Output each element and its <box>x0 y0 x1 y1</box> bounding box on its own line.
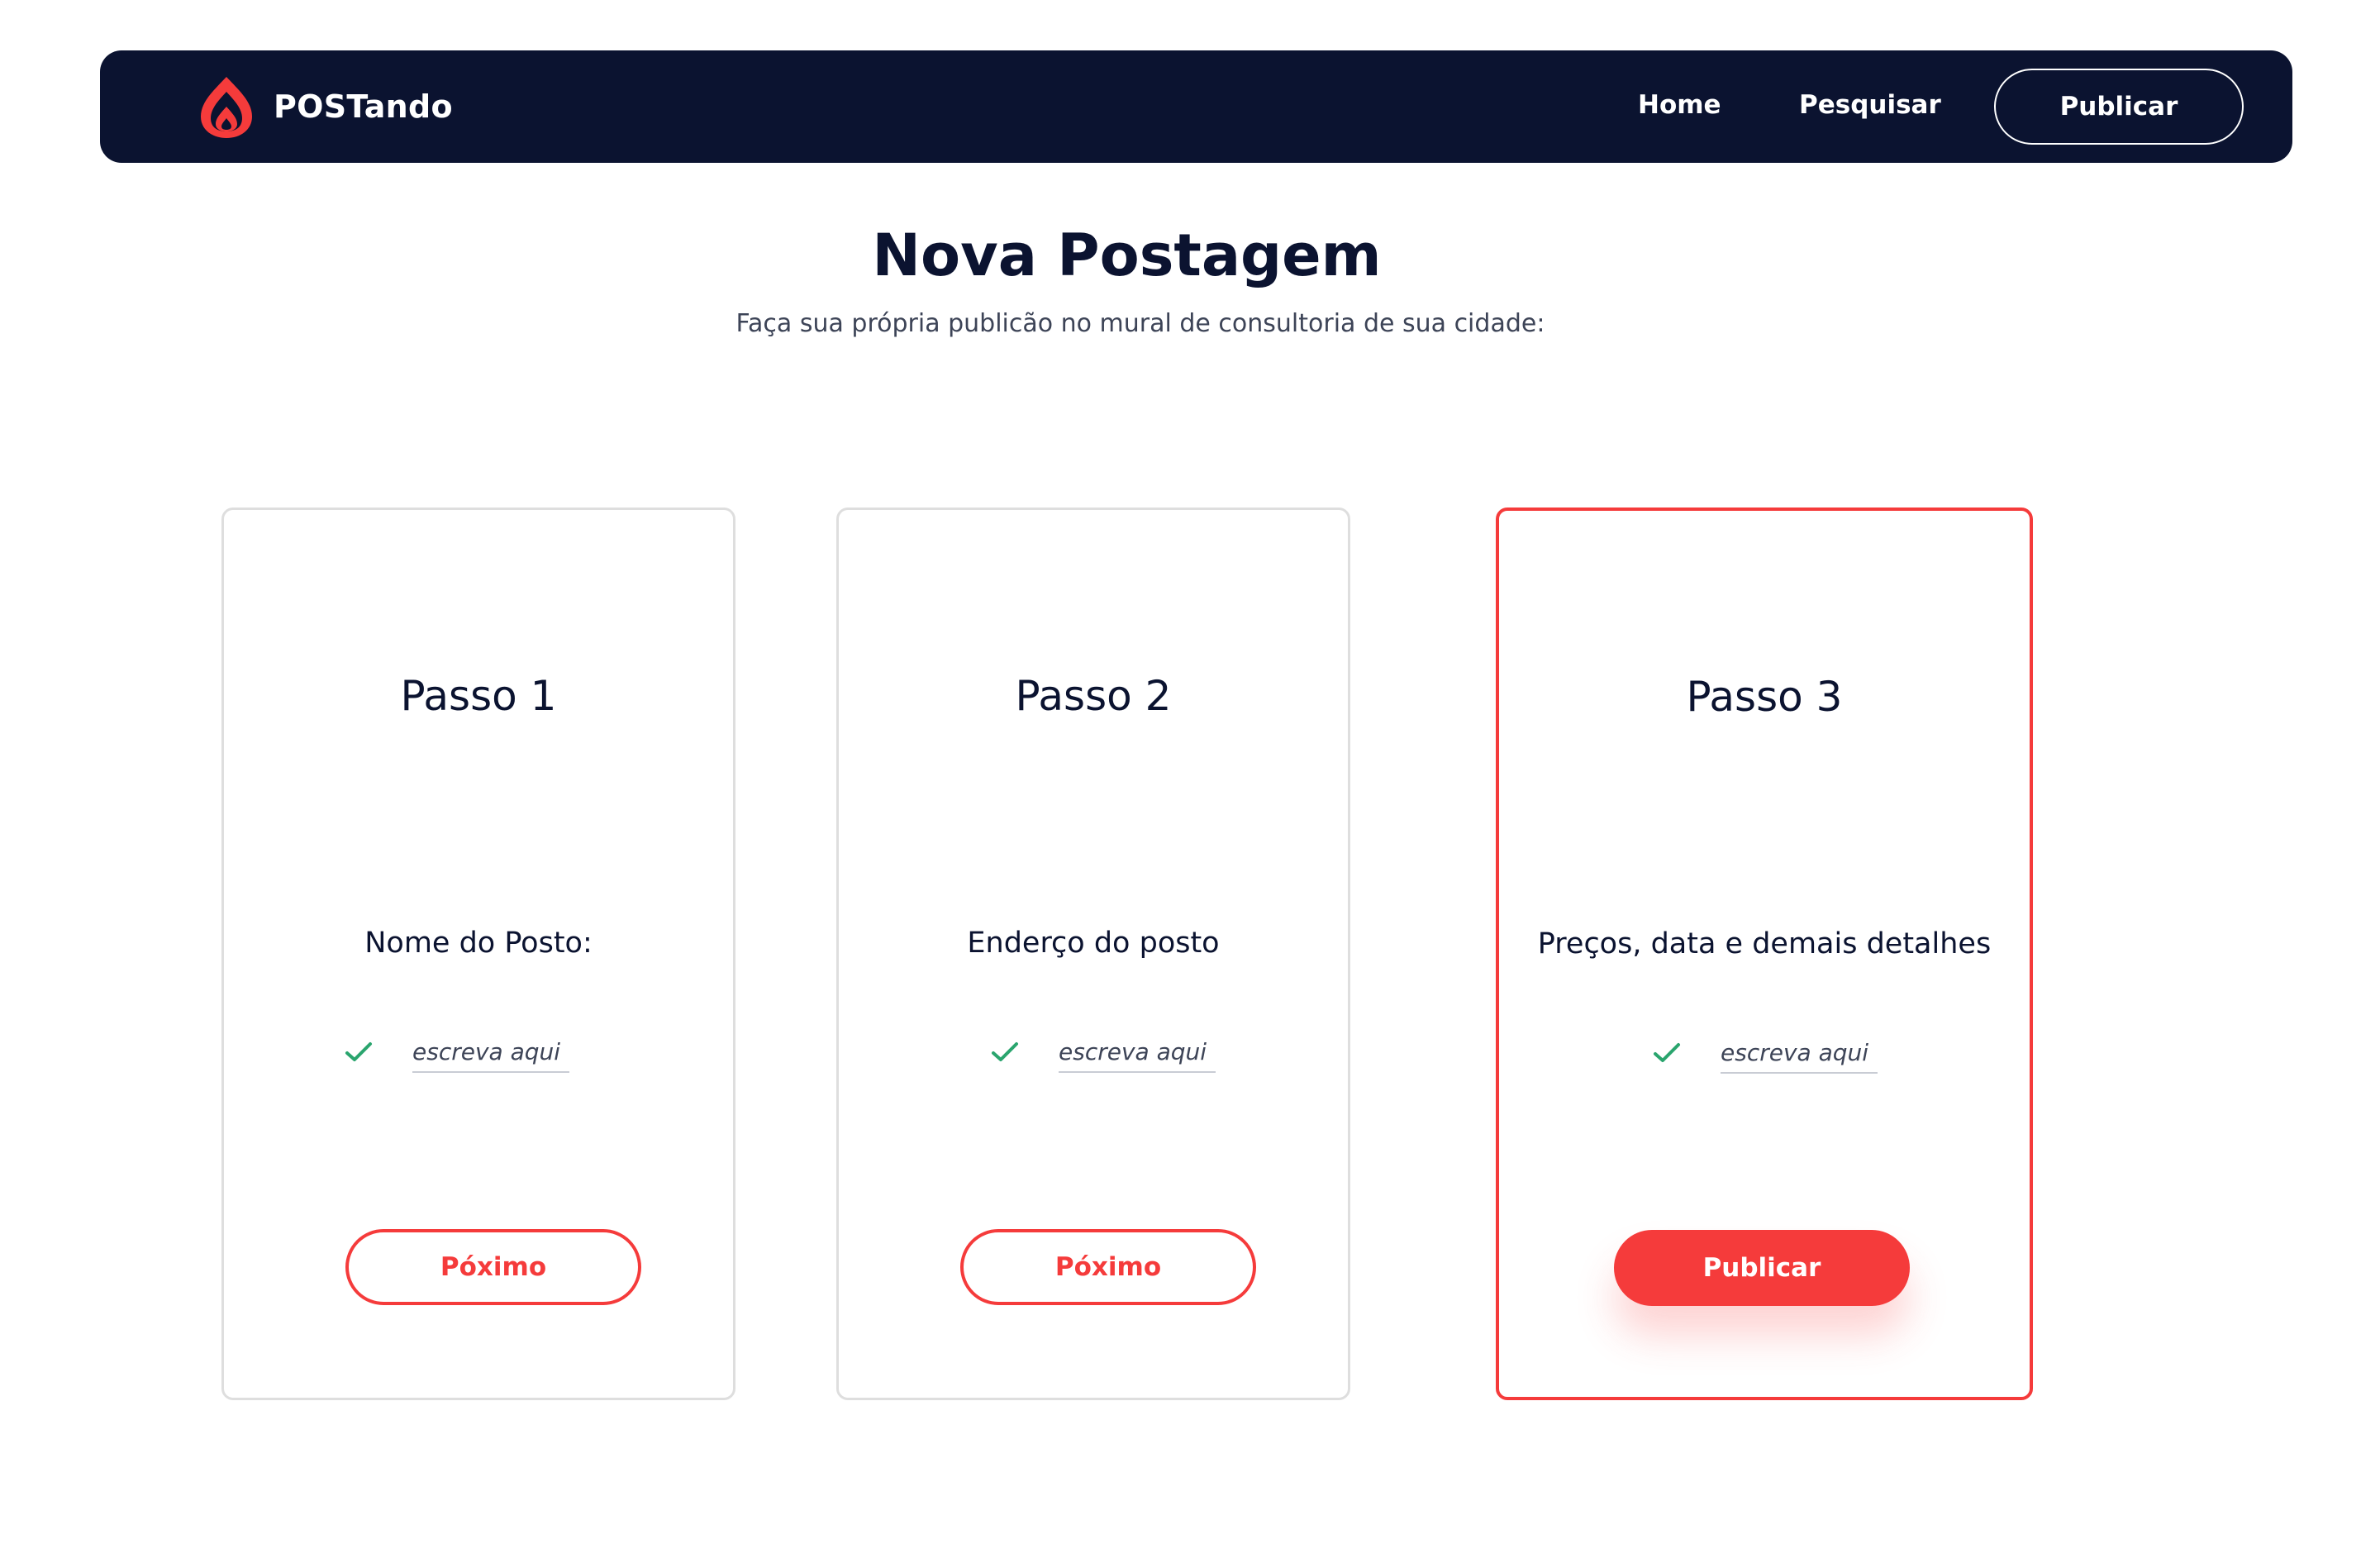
nav-home-link[interactable]: Home <box>1638 90 1721 120</box>
page: POSTando Home Pesquisar Publicar Nova Po… <box>0 0 2380 1544</box>
details-input[interactable] <box>1721 1032 1878 1074</box>
field-row <box>991 1027 1216 1077</box>
step-card-1: Passo 1 Nome do Posto: Póximo <box>221 508 735 1400</box>
nav-publish-button[interactable]: Publicar <box>1994 69 2244 145</box>
flame-drop-icon <box>201 77 252 138</box>
nav-search-link[interactable]: Pesquisar <box>1799 90 1941 120</box>
step-card-3: Passo 3 Preços, data e demais detalhes P… <box>1496 508 2033 1400</box>
step-title: Passo 2 <box>1015 672 1172 720</box>
brand-name: POSTando <box>274 88 453 125</box>
step-field-label: Nome do Posto: <box>364 927 593 960</box>
page-title: Nova Postagem <box>872 222 1382 289</box>
field-row <box>1653 1028 1878 1078</box>
step-title: Passo 1 <box>400 672 557 720</box>
step-field-label: Enderço do posto <box>967 927 1220 960</box>
check-icon <box>345 1042 372 1061</box>
station-name-input[interactable] <box>412 1032 569 1073</box>
page-subtitle: Faça sua própria publicão no mural de co… <box>735 309 1545 338</box>
next-button[interactable]: Póximo <box>960 1229 1256 1305</box>
brand[interactable]: POSTando <box>196 74 453 140</box>
station-address-input[interactable] <box>1059 1032 1216 1073</box>
top-navbar: POSTando Home Pesquisar Publicar <box>100 50 2292 163</box>
check-icon <box>1654 1043 1680 1062</box>
step-title: Passo 3 <box>1686 673 1843 721</box>
field-row <box>345 1027 569 1077</box>
step-card-2: Passo 2 Enderço do posto Póximo <box>836 508 1350 1400</box>
next-button[interactable]: Póximo <box>345 1229 641 1305</box>
publish-button[interactable]: Publicar <box>1614 1230 1910 1306</box>
step-field-label: Preços, data e demais detalhes <box>1537 927 1992 960</box>
check-icon <box>992 1042 1018 1061</box>
